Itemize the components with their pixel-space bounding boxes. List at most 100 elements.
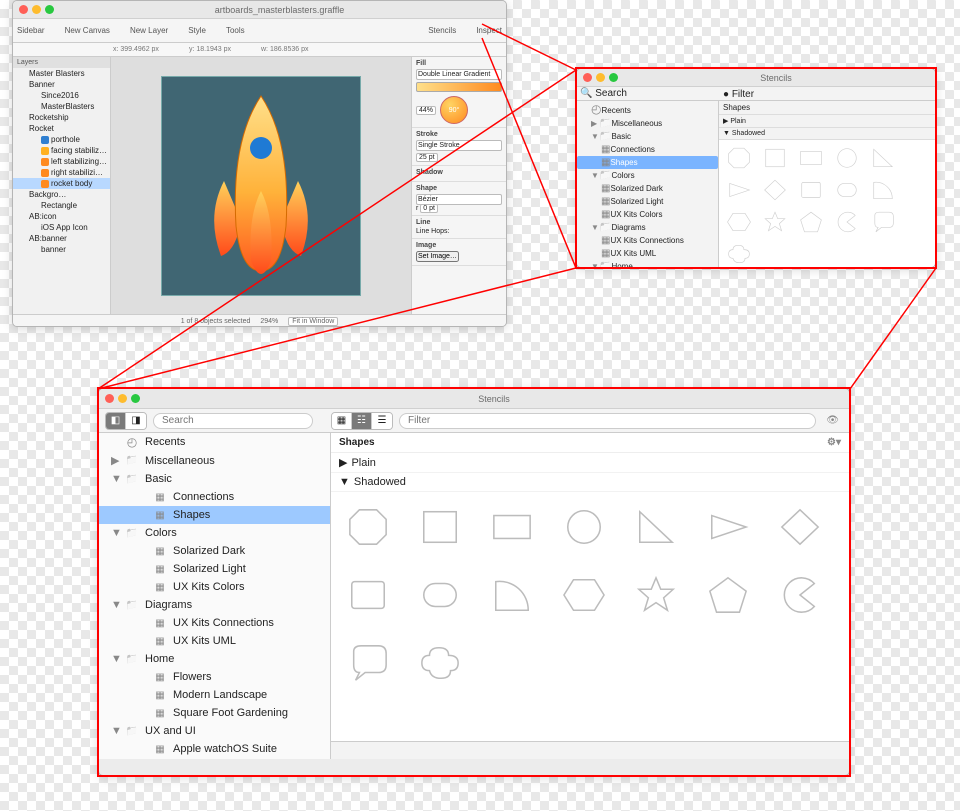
inspector-panel[interactable]: Fill Double Linear Gradient 44% 90° Stro…: [411, 57, 506, 314]
shape-rectangle[interactable]: [797, 146, 825, 170]
zoom-icon[interactable]: [131, 394, 140, 403]
layer-row[interactable]: Rectangle: [13, 200, 110, 211]
sidebar-toggle-seg[interactable]: ◧ ◨: [105, 412, 147, 430]
titlebar[interactable]: Stencils: [577, 69, 935, 87]
layer-row[interactable]: facing stabiliz…: [13, 145, 110, 156]
sidebar-item[interactable]: ▶Miscellaneous: [99, 451, 330, 470]
zoom-icon[interactable]: [609, 73, 618, 82]
minimize-icon[interactable]: [32, 5, 41, 14]
search-input[interactable]: 🔍 Search: [580, 88, 716, 99]
shape-diamond[interactable]: [761, 178, 789, 202]
stencils-sidebar[interactable]: Recents▶Miscellaneous▼BasicConnectionsSh…: [99, 433, 331, 759]
shape-right-triangle[interactable]: [633, 506, 679, 548]
sidebar-item[interactable]: ▼Diagrams: [99, 596, 330, 614]
sidebar-item[interactable]: ▼Diagrams: [577, 221, 718, 234]
shape-capsule[interactable]: [417, 574, 463, 616]
view-mode-seg[interactable]: ▦ ☷ ☰: [331, 412, 393, 430]
layer-row[interactable]: Rocketship: [13, 112, 110, 123]
detail-view-icon[interactable]: ☷: [352, 413, 372, 429]
shape-right-triangle[interactable]: [869, 146, 897, 170]
sidebar-item[interactable]: UX Kits Connections: [99, 614, 330, 632]
shape-triangle[interactable]: [725, 178, 753, 202]
sidebar-item[interactable]: Solarized Light: [577, 195, 718, 208]
zoom-value[interactable]: 294%: [260, 318, 278, 325]
gradient-swatch[interactable]: [416, 82, 502, 92]
layers-panel[interactable]: Layers Master BlastersBannerSince2016Mas…: [13, 57, 111, 314]
artboard[interactable]: [161, 76, 361, 296]
titlebar[interactable]: artboards_masterblasters.graffle: [13, 1, 506, 19]
filter-input[interactable]: [399, 413, 816, 429]
sidebar-item[interactable]: ▼Basic: [577, 130, 718, 143]
shape-pacman[interactable]: [777, 574, 823, 616]
search-input[interactable]: [153, 413, 313, 429]
new-layer-label[interactable]: New Layer: [130, 26, 168, 35]
sidebar-item[interactable]: Flowers: [99, 668, 330, 686]
shape-rounded-rect[interactable]: [797, 178, 825, 202]
sidebar-item[interactable]: UX Kits Colors: [577, 208, 718, 221]
shapes-grid[interactable]: [719, 140, 935, 268]
shape-half-circle[interactable]: [869, 178, 897, 202]
sidebar-item[interactable]: ▼Colors: [577, 169, 718, 182]
shape-cloud[interactable]: [417, 642, 463, 684]
tools-label[interactable]: Tools: [226, 26, 245, 35]
shape-cloud[interactable]: [725, 242, 753, 266]
grid-view-icon[interactable]: ▦: [332, 413, 352, 429]
cat-shadowed-row[interactable]: ▼Shadowed: [331, 473, 849, 492]
shape-pacman[interactable]: [833, 210, 861, 234]
stroke-width[interactable]: 25 pt: [416, 153, 438, 162]
titlebar[interactable]: Stencils: [99, 389, 849, 409]
gear-icon[interactable]: ⚙︎▾: [827, 437, 841, 448]
minimize-icon[interactable]: [596, 73, 605, 82]
fill-pct[interactable]: 44%: [416, 106, 436, 115]
close-icon[interactable]: [19, 5, 28, 14]
layer-row[interactable]: banner: [13, 244, 110, 255]
sidebar-item[interactable]: ▼Basic: [99, 470, 330, 488]
layer-row[interactable]: AB:icon: [13, 211, 110, 222]
layer-row[interactable]: AB:banner: [13, 233, 110, 244]
sidebar-item[interactable]: Shapes: [99, 506, 330, 524]
shape-rectangle[interactable]: [489, 506, 535, 548]
shape-pentagon[interactable]: [797, 210, 825, 234]
sidebar-label[interactable]: Sidebar: [17, 26, 45, 35]
zoom-icon[interactable]: [45, 5, 54, 14]
shape-triangle[interactable]: [705, 506, 751, 548]
canvas-area[interactable]: [111, 57, 411, 314]
sidebar-item[interactable]: Square Foot Gardening: [99, 704, 330, 722]
layer-row[interactable]: right stabilizi…: [13, 167, 110, 178]
layer-row[interactable]: Rocket: [13, 123, 110, 134]
angle-dial[interactable]: 90°: [440, 96, 468, 124]
shape-square[interactable]: [417, 506, 463, 548]
sidebar-item[interactable]: Connections: [577, 143, 718, 156]
sidebar-item[interactable]: Modern Landscape: [99, 686, 330, 704]
set-image-button[interactable]: Set Image…: [416, 251, 459, 262]
sidebar-item[interactable]: Connections: [99, 488, 330, 506]
layer-row[interactable]: iOS App Icon: [13, 222, 110, 233]
stencils-sidebar[interactable]: Recents▶Miscellaneous▼BasicConnectionsSh…: [577, 101, 719, 267]
shape-speech[interactable]: [869, 210, 897, 234]
sidebar-item[interactable]: ▼Home: [577, 260, 718, 268]
shape-circle[interactable]: [833, 146, 861, 170]
layer-row[interactable]: rocket body: [13, 178, 110, 189]
shape-rounded-rect[interactable]: [345, 574, 391, 616]
layer-row[interactable]: Banner: [13, 79, 110, 90]
inspect-label[interactable]: Inspect: [476, 26, 502, 35]
sidebar-item[interactable]: UX Kits UML: [99, 632, 330, 650]
shape-star[interactable]: [633, 574, 679, 616]
eye-icon[interactable]: 👁: [822, 415, 843, 426]
shape-square[interactable]: [761, 146, 789, 170]
shape-half-circle[interactable]: [489, 574, 535, 616]
sidebar-item[interactable]: ▼UX and UI: [99, 722, 330, 740]
style-label[interactable]: Style: [188, 26, 206, 35]
list-view-icon[interactable]: ☰: [372, 413, 392, 429]
layer-row[interactable]: Since2016: [13, 90, 110, 101]
sidebar-item[interactable]: UX Kits UML: [577, 247, 718, 260]
sidebar-item[interactable]: Solarized Dark: [577, 182, 718, 195]
sidebar-item[interactable]: Recents: [577, 101, 718, 117]
shape-octagon[interactable]: [345, 506, 391, 548]
cat-shadowed[interactable]: Shadowed: [732, 130, 765, 137]
shape-hexagon[interactable]: [725, 210, 753, 234]
close-icon[interactable]: [583, 73, 592, 82]
minimize-icon[interactable]: [118, 394, 127, 403]
sidebar-show-icon[interactable]: ◧: [106, 413, 126, 429]
sidebar-item[interactable]: Recents: [99, 433, 330, 451]
